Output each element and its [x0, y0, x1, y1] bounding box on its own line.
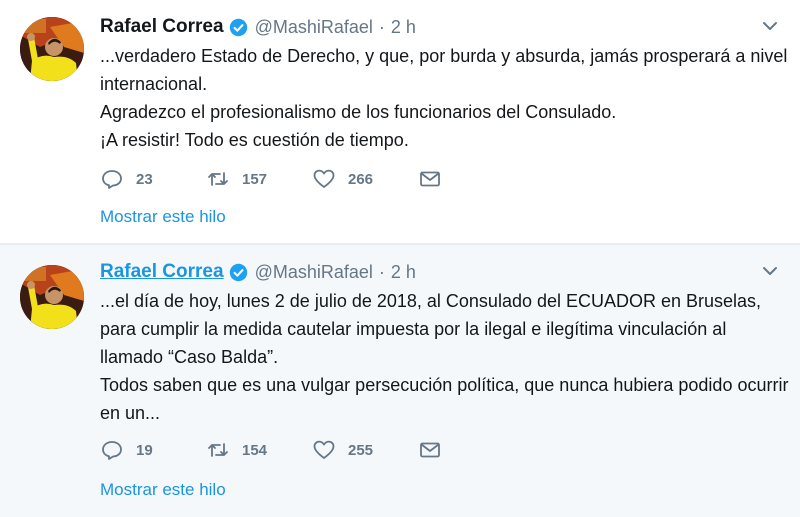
reply-count: 23: [136, 170, 153, 188]
timestamp[interactable]: 2 h: [391, 17, 416, 38]
avatar[interactable]: [20, 265, 84, 329]
like-button[interactable]: 266: [312, 165, 418, 193]
chevron-down-icon[interactable]: [762, 265, 778, 277]
show-thread-link[interactable]: Mostrar este hilo: [100, 207, 226, 227]
reply-count: 19: [136, 441, 153, 459]
author-handle[interactable]: @MashiRafael: [255, 262, 373, 283]
author-name[interactable]: Rafael Correa: [100, 261, 224, 283]
reply-icon: [100, 438, 124, 462]
heart-icon: [312, 167, 336, 191]
retweet-count: 157: [242, 170, 268, 188]
author-handle[interactable]: @MashiRafael: [255, 17, 373, 38]
retweet-button[interactable]: 157: [206, 165, 312, 193]
verified-badge-icon: [229, 263, 248, 282]
separator-dot: ·: [378, 16, 385, 37]
avatar[interactable]: [20, 17, 84, 81]
direct-message-button[interactable]: [418, 165, 458, 193]
timestamp[interactable]: 2 h: [391, 262, 416, 283]
reply-icon: [100, 167, 124, 191]
like-button[interactable]: 255: [312, 436, 418, 464]
separator-dot: ·: [378, 261, 385, 282]
tweet-header: Rafael Correa @MashiRafael · 2 h: [100, 14, 416, 40]
retweet-count: 154: [242, 441, 268, 459]
tweet[interactable]: Rafael Correa @MashiRafael · 2 h ...verd…: [0, 0, 800, 244]
show-thread-link[interactable]: Mostrar este hilo: [100, 480, 226, 500]
author-name[interactable]: Rafael Correa: [100, 16, 224, 38]
retweet-icon: [206, 438, 230, 462]
direct-message-button[interactable]: [418, 436, 458, 464]
tweet-header: Rafael Correa @MashiRafael · 2 h: [100, 259, 416, 285]
retweet-button[interactable]: 154: [206, 436, 312, 464]
tweet-text: ...verdadero Estado de Derecho, y que, p…: [100, 46, 788, 150]
tweet-actions: 23 157 266: [100, 165, 458, 193]
chevron-down-icon[interactable]: [762, 20, 778, 32]
tweet-actions: 19 154 255: [100, 436, 458, 464]
reply-button[interactable]: 23: [100, 165, 206, 193]
reply-button[interactable]: 19: [100, 436, 206, 464]
verified-badge-icon: [229, 18, 248, 37]
like-count: 255: [348, 441, 374, 459]
heart-icon: [312, 438, 336, 462]
envelope-icon: [418, 167, 442, 191]
envelope-icon: [418, 438, 442, 462]
like-count: 266: [348, 170, 374, 188]
retweet-icon: [206, 167, 230, 191]
tweet[interactable]: Rafael Correa @MashiRafael · 2 h ...el d…: [0, 244, 800, 517]
timeline: Rafael Correa @MashiRafael · 2 h ...verd…: [0, 0, 800, 517]
tweet-text: ...el día de hoy, lunes 2 de julio de 20…: [100, 291, 789, 423]
